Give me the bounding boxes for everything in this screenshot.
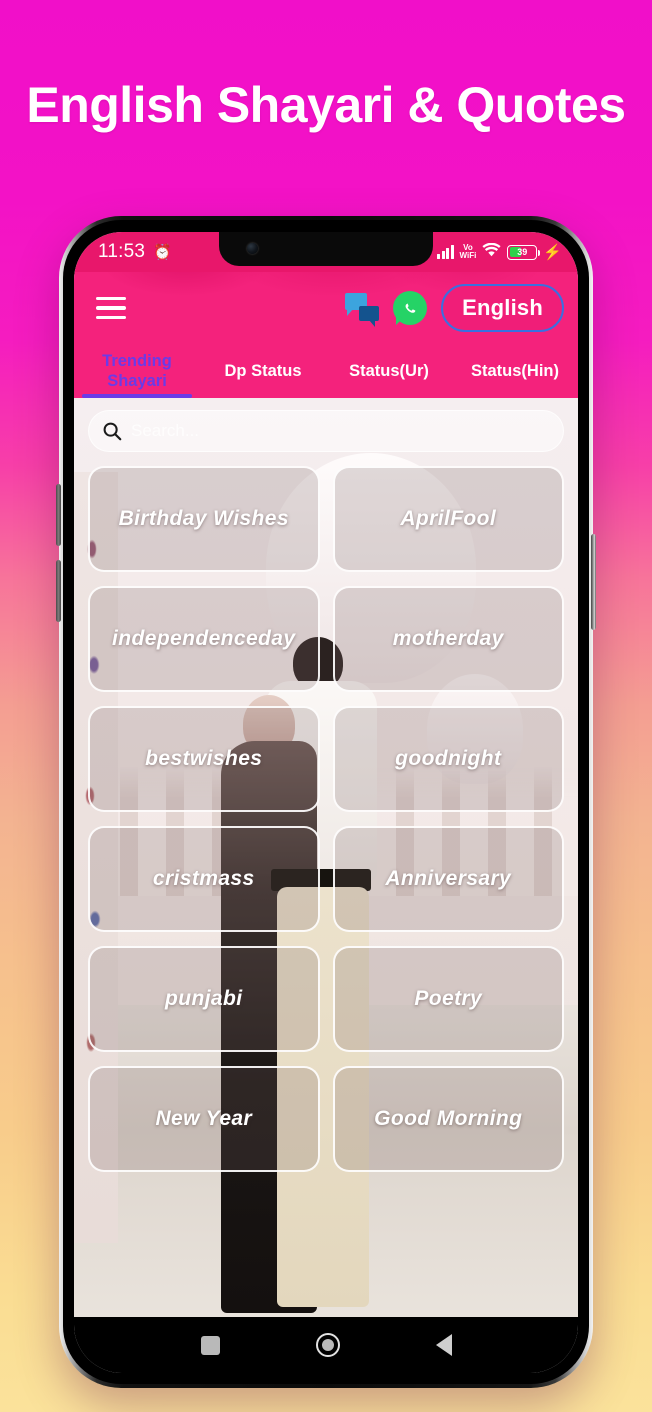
tab-trending-shayari[interactable]: Trending Shayari (74, 344, 200, 398)
status-bar-right: Vo WiFi 39 ⚡ (437, 232, 562, 272)
status-time: 11:53 (98, 241, 146, 262)
phone-volume-up-button (56, 484, 61, 546)
android-nav-bar (74, 1317, 578, 1373)
category-card-goodnight[interactable]: goodnight (332, 706, 564, 812)
category-card-punjabi[interactable]: punjabi (88, 946, 320, 1052)
vowifi-line-2: WiFi (459, 251, 477, 260)
search-bar[interactable] (88, 410, 564, 452)
category-label: AprilFool (400, 507, 497, 530)
category-card-poetry[interactable]: Poetry (332, 946, 564, 1052)
category-label: goodnight (395, 747, 502, 770)
phone-volume-down-button (56, 560, 61, 622)
status-bar: 11:53 ⏰ Vo WiFi 39 ⚡ (74, 232, 578, 272)
phone-bezel: 11:53 ⏰ Vo WiFi 39 ⚡ English Trending Sh… (63, 220, 589, 1384)
category-label: New Year (155, 1107, 253, 1130)
circle-home-icon[interactable] (315, 1333, 340, 1357)
category-card-cristmass[interactable]: cristmass (88, 826, 320, 932)
category-label: Anniversary (385, 867, 512, 890)
category-label: bestwishes (145, 747, 263, 770)
category-card-independenceday[interactable]: independenceday (88, 586, 320, 692)
category-card-good-morning[interactable]: Good Morning (332, 1066, 564, 1172)
category-label: Birthday Wishes (118, 507, 289, 530)
hamburger-menu-icon[interactable] (96, 297, 126, 319)
category-label: Good Morning (374, 1107, 523, 1130)
phone-power-button (591, 534, 596, 630)
square-recents-icon[interactable] (200, 1335, 220, 1355)
search-input[interactable] (131, 421, 551, 441)
category-card-birthday-wishes[interactable]: Birthday Wishes (88, 466, 320, 572)
phone-mockup: 11:53 ⏰ Vo WiFi 39 ⚡ English Trending Sh… (56, 216, 596, 1388)
tab-status-hin[interactable]: Status(Hin) (452, 344, 578, 398)
wifi-icon (482, 242, 501, 262)
app-header: English (74, 272, 578, 344)
battery-percent: 39 (517, 247, 528, 257)
language-button[interactable]: English (441, 284, 564, 332)
alarm-emoji-icon: ⏰ (153, 243, 172, 261)
category-label: Poetry (414, 987, 483, 1010)
category-scroll-area[interactable]: Birthday Wishes AprilFool independenceda… (74, 398, 578, 1317)
category-card-bestwishes[interactable]: bestwishes (88, 706, 320, 812)
whatsapp-icon[interactable] (393, 291, 428, 325)
category-grid: Birthday Wishes AprilFool independenceda… (88, 466, 564, 1172)
phone-screen: 11:53 ⏰ Vo WiFi 39 ⚡ English Trending Sh… (74, 232, 578, 1373)
tab-status-ur[interactable]: Status(Ur) (326, 344, 452, 398)
promo-title: English Shayari & Quotes (26, 77, 626, 133)
content-area: Birthday Wishes AprilFool independenceda… (74, 398, 578, 1317)
tab-bar: Trending Shayari Dp Status Status(Ur) St… (74, 344, 578, 398)
search-icon (101, 420, 123, 442)
category-card-anniversary[interactable]: Anniversary (332, 826, 564, 932)
category-label: independenceday (112, 627, 296, 650)
category-card-motherday[interactable]: motherday (332, 586, 564, 692)
triangle-back-icon[interactable] (435, 1334, 452, 1356)
category-card-aprilfool[interactable]: AprilFool (332, 466, 564, 572)
status-bar-left: 11:53 ⏰ (98, 241, 172, 263)
messenger-chat-icon[interactable] (345, 293, 380, 327)
category-card-new-year[interactable]: New Year (88, 1066, 320, 1172)
category-label: motherday (392, 627, 504, 650)
cellular-signal-icon (437, 245, 454, 259)
category-label: punjabi (165, 987, 243, 1010)
display-notch (219, 232, 433, 266)
tab-dp-status[interactable]: Dp Status (200, 344, 326, 398)
battery-icon: 39 (507, 244, 541, 260)
app-header-actions: English (345, 272, 564, 344)
promo-banner: English Shayari & Quotes (0, 0, 652, 210)
charging-bolt-icon: ⚡ (543, 243, 562, 261)
front-camera-icon (247, 243, 258, 254)
category-label: cristmass (152, 867, 255, 890)
vowifi-icon: Vo WiFi (459, 243, 477, 261)
